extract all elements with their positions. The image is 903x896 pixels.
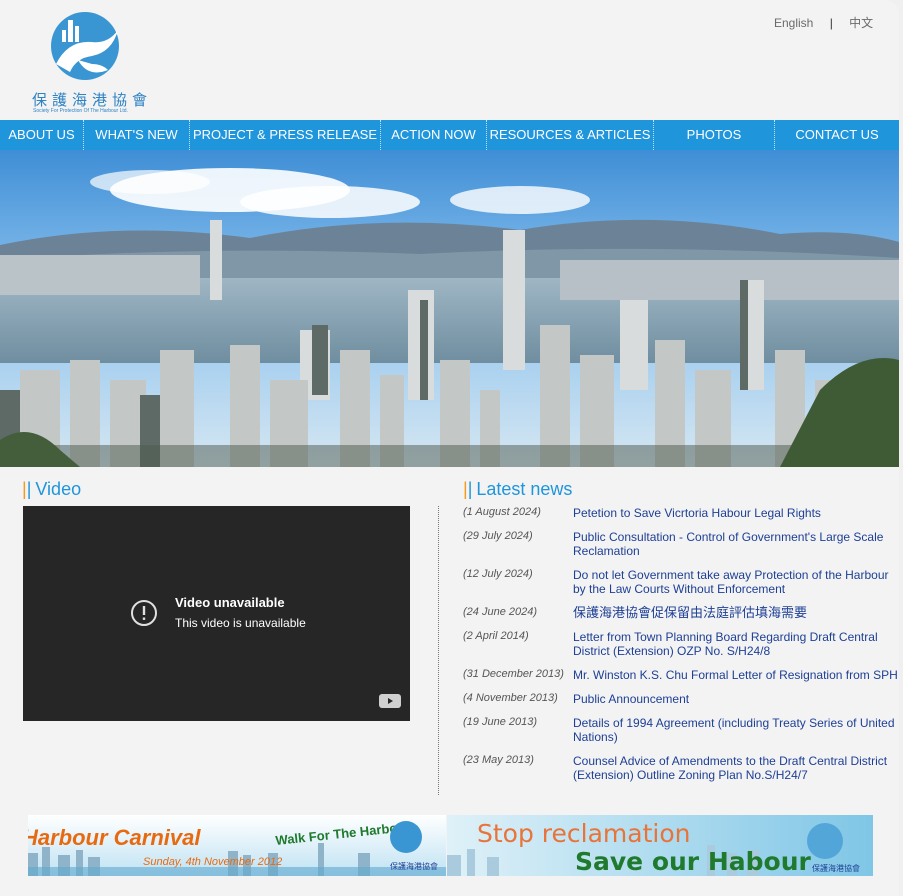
news-date: (29 July 2024) — [463, 530, 533, 542]
news-date: (4 November 2013) — [463, 692, 558, 704]
language-switcher: English | 中文 — [774, 14, 873, 31]
news-date: (31 December 2013) — [463, 668, 564, 680]
nav-about-us[interactable]: ABOUT US — [0, 120, 84, 150]
harbour-carnival-banner[interactable]: Harbour Carnival Sunday, 4th November 20… — [28, 815, 446, 876]
carnival-date-text: Sunday, 4th November 2012 — [143, 856, 282, 868]
news-link[interactable]: Details of 1994 Agreement (including Tre… — [573, 716, 898, 744]
news-link[interactable]: Mr. Winston K.S. Chu Formal Letter of Re… — [573, 668, 898, 682]
video-unavailable-title: Video unavailable — [175, 595, 285, 610]
news-item: (2 April 2014) Letter from Town Planning… — [463, 630, 899, 658]
nav-resources-articles[interactable]: RESOURCES & ARTICLES — [487, 120, 654, 150]
nav-whats-new[interactable]: WHAT'S NEW — [84, 120, 190, 150]
video-unavailable-subtitle: This video is unavailable — [175, 616, 306, 630]
news-date: (12 July 2024) — [463, 568, 533, 580]
stop-reclamation-text: Stop reclamation — [477, 819, 690, 848]
news-link[interactable]: Public Consultation - Control of Governm… — [573, 530, 893, 558]
page: 保護海港協會 Society For Protection Of The Har… — [0, 0, 899, 896]
news-section-title: || Latest news — [463, 479, 572, 500]
news-link[interactable]: Public Announcement — [573, 692, 689, 706]
news-link[interactable]: Letter from Town Planning Board Regardin… — [573, 630, 888, 658]
section-divider — [438, 506, 439, 795]
news-list: (1 August 2024) Petetion to Save Vicrtor… — [463, 506, 899, 792]
lang-chinese-link[interactable]: 中文 — [849, 14, 873, 31]
news-item: (31 December 2013) Mr. Winston K.S. Chu … — [463, 668, 899, 682]
news-link[interactable]: Petetion to Save Vicrtoria Habour Legal … — [573, 506, 821, 520]
harbour-panorama-image — [0, 150, 899, 467]
video-section-title: || Video — [22, 479, 81, 500]
news-item: (1 August 2024) Petetion to Save Vicrtor… — [463, 506, 899, 520]
nav-photos[interactable]: PHOTOS — [654, 120, 775, 150]
alert-circle-icon — [131, 600, 157, 626]
logo-english-text: Society For Protection Of The Harbour Lt… — [33, 108, 128, 114]
news-item: (29 July 2024) Public Consultation - Con… — [463, 530, 899, 558]
news-item: (24 June 2024) 保護海港協會促保留由法庭評估填海需要 — [463, 606, 899, 620]
news-link[interactable]: Do not let Government take away Protecti… — [573, 568, 893, 596]
title-bar-orange: | — [22, 479, 27, 499]
title-bar-blue: | — [467, 479, 473, 499]
save-our-habour-text: Save our Habour — [575, 847, 811, 876]
lang-english-link[interactable]: English — [774, 16, 813, 30]
youtube-icon[interactable] — [379, 694, 401, 708]
nav-project-press-release[interactable]: PROJECT & PRESS RELEASE — [190, 120, 381, 150]
news-date: (2 April 2014) — [463, 630, 529, 642]
news-link[interactable]: 保護海港協會促保留由法庭評估填海需要 — [573, 606, 807, 620]
stop-reclamation-banner[interactable]: Stop reclamation Save our Habour 保護海港協會 — [447, 815, 873, 876]
main-nav: ABOUT US WHAT'S NEW PROJECT & PRESS RELE… — [0, 120, 899, 150]
lang-separator: | — [829, 16, 833, 30]
news-date: (24 June 2024) — [463, 606, 537, 618]
dolphin-logo-icon — [51, 12, 119, 80]
title-bar-blue: | — [26, 479, 32, 499]
stop-logo-cn: 保護海港協會 — [812, 863, 860, 873]
site-logo[interactable]: 保護海港協會 Society For Protection Of The Har… — [30, 12, 154, 114]
carnival-logo-cn: 保護海港協會 — [390, 861, 438, 871]
carnival-title-text: Harbour Carnival — [28, 825, 201, 850]
dolphin-logo-icon — [390, 821, 422, 853]
news-link[interactable]: Counsel Advice of Amendments to the Draf… — [573, 754, 893, 782]
news-date: (19 June 2013) — [463, 716, 537, 728]
title-bar-orange: | — [463, 479, 468, 499]
news-date: (23 May 2013) — [463, 754, 534, 766]
news-item: (19 June 2013) Details of 1994 Agreement… — [463, 716, 899, 744]
news-item: (4 November 2013) Public Announcement — [463, 692, 899, 706]
video-player[interactable]: Video unavailable This video is unavaila… — [23, 506, 410, 721]
news-item: (23 May 2013) Counsel Advice of Amendmen… — [463, 754, 899, 782]
video-title-text: Video — [35, 479, 82, 499]
nav-contact-us[interactable]: CONTACT US — [775, 120, 899, 150]
news-item: (12 July 2024) Do not let Government tak… — [463, 568, 899, 596]
news-title-text: Latest news — [476, 479, 573, 499]
nav-action-now[interactable]: ACTION NOW — [381, 120, 487, 150]
news-date: (1 August 2024) — [463, 506, 541, 518]
dolphin-logo-icon — [807, 823, 843, 859]
logo-chinese-text: 保護海港協會 — [32, 91, 153, 109]
